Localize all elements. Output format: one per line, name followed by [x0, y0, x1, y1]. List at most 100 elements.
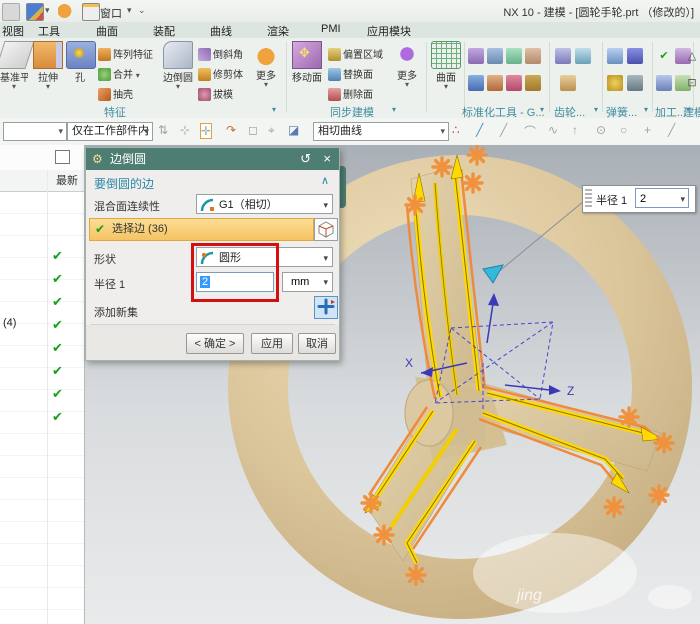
- tool-icon[interactable]: [468, 75, 484, 91]
- spring-tool-icon[interactable]: [607, 75, 623, 91]
- navigator-rows[interactable]: [0, 192, 84, 624]
- tool-icon[interactable]: [506, 48, 522, 64]
- tab-tools[interactable]: 工具: [38, 23, 60, 39]
- ok-button[interactable]: < 确定 >: [186, 333, 244, 354]
- edge-endpoint-marker-icon[interactable]: [653, 432, 675, 454]
- tab-surface[interactable]: 曲面: [96, 23, 118, 39]
- chevron-down-icon[interactable]: ▾: [392, 81, 422, 89]
- app-menu-icon[interactable]: [2, 3, 20, 21]
- radius-direction-arrow[interactable]: [482, 264, 504, 284]
- window-dropdown-icon[interactable]: ▾: [127, 5, 132, 16]
- collapse-icon[interactable]: ∧: [321, 174, 329, 187]
- tab-render[interactable]: 渲染: [267, 23, 289, 39]
- tool-icon[interactable]: [487, 75, 503, 91]
- edge-endpoint-marker-icon[interactable]: [462, 172, 484, 194]
- radius-tag-value-input[interactable]: 2 ▾: [635, 188, 689, 208]
- solid-preview-button[interactable]: [314, 218, 338, 241]
- trim-body-button[interactable]: 修剪体: [198, 66, 243, 85]
- unit-select[interactable]: mm ▾: [282, 272, 333, 292]
- chevron-down-icon[interactable]: ▾: [594, 105, 598, 114]
- spring-tool-icon[interactable]: [627, 48, 643, 64]
- snap-circle-icon[interactable]: ○: [620, 123, 627, 137]
- snap-endpoint-icon[interactable]: ╱: [476, 123, 483, 137]
- uptodate-column-header[interactable]: 最新: [0, 170, 84, 192]
- tool-icon[interactable]: [506, 75, 522, 91]
- reset-icon[interactable]: ↺: [300, 148, 311, 170]
- snap-tangent-icon[interactable]: ╱: [668, 123, 675, 137]
- snap-pole-icon[interactable]: ↑: [572, 123, 578, 137]
- machining-tool-icon[interactable]: [656, 75, 672, 91]
- chevron-down-icon[interactable]: ▾: [32, 83, 64, 91]
- window-menu-label[interactable]: 窗口: [100, 5, 122, 21]
- point-constructor-icon[interactable]: ↷: [226, 123, 236, 137]
- onscreen-radius-input[interactable]: 半径 1 2 ▾: [582, 185, 696, 213]
- maximize-icon[interactable]: [55, 150, 70, 164]
- edge-endpoint-marker-icon[interactable]: [404, 194, 426, 216]
- apply-button[interactable]: 应用: [251, 333, 293, 354]
- drag-handle-icon[interactable]: [585, 189, 592, 209]
- chevron-down-icon[interactable]: ▾: [680, 189, 685, 209]
- snap-point-icon[interactable]: ∴: [452, 123, 460, 137]
- tool-icon[interactable]: [525, 75, 541, 91]
- scope-select[interactable]: 仅在工作部件内 ▾: [67, 122, 153, 141]
- surface-button[interactable]: 曲面 ▾: [430, 41, 462, 91]
- cancel-button[interactable]: 取消: [298, 333, 336, 354]
- snap-midpoint-icon[interactable]: ╱: [500, 123, 507, 137]
- unite-button[interactable]: 合并 ▾: [98, 66, 140, 85]
- edge-endpoint-marker-icon[interactable]: [648, 484, 670, 506]
- save-icon[interactable]: [26, 3, 44, 21]
- datum-plane-button[interactable]: 基准平面 ▾: [0, 41, 35, 91]
- snap-center-icon[interactable]: ⊙: [596, 123, 606, 137]
- spring-tool-icon[interactable]: [627, 75, 643, 91]
- edge-endpoint-marker-icon[interactable]: [466, 145, 488, 166]
- tab-pmi[interactable]: PMI: [321, 23, 341, 35]
- edge-blend-button[interactable]: 边倒圆 ▾: [160, 41, 196, 91]
- edge-endpoint-marker-icon[interactable]: [618, 406, 640, 428]
- edge-endpoint-marker-icon[interactable]: [405, 564, 427, 586]
- shell-button[interactable]: 抽壳: [98, 86, 133, 105]
- gear-tool-icon[interactable]: [555, 48, 571, 64]
- hole-button[interactable]: 孔: [66, 41, 96, 84]
- tool-icon[interactable]: [525, 48, 541, 64]
- save-dropdown-icon[interactable]: ▾: [45, 5, 50, 16]
- gear-tool-icon[interactable]: [560, 75, 576, 91]
- replace-face-button[interactable]: 替换面: [328, 66, 373, 85]
- tab-view[interactable]: 视图: [2, 23, 24, 39]
- chevron-down-icon[interactable]: ▾: [0, 83, 28, 91]
- add-new-set-button[interactable]: [314, 296, 338, 319]
- edge-endpoint-marker-icon[interactable]: [373, 524, 395, 546]
- modeling-window-icon[interactable]: ⊡: [684, 75, 700, 91]
- select-edge-row[interactable]: ✔ 选择边 (36): [89, 218, 314, 241]
- tab-assembly[interactable]: 装配: [153, 23, 175, 39]
- chevron-down-icon[interactable]: ▾: [323, 195, 328, 215]
- chevron-down-icon[interactable]: ▾: [540, 105, 544, 114]
- find-in-navigator-icon[interactable]: ⇅: [158, 123, 168, 137]
- pattern-feature-button[interactable]: 阵列特征: [98, 46, 153, 65]
- snap-spline-icon[interactable]: ∿: [548, 123, 558, 137]
- tab-curve[interactable]: 曲线: [210, 23, 232, 39]
- curve-rule-select[interactable]: 相切曲线 ▾: [313, 122, 449, 141]
- type-filter-select[interactable]: ▾: [3, 122, 67, 141]
- tool-icon[interactable]: [487, 48, 503, 64]
- draft-button[interactable]: 拔模: [198, 86, 233, 105]
- spring-tool-icon[interactable]: [607, 48, 623, 64]
- chevron-down-icon[interactable]: ▾: [160, 83, 196, 91]
- touch-mode-icon[interactable]: [58, 3, 74, 19]
- continuity-select[interactable]: G1（相切） ▾: [196, 194, 333, 214]
- sync-more-button[interactable]: 更多 ▾: [392, 41, 422, 89]
- chevron-down-icon[interactable]: ▾: [323, 273, 328, 291]
- chevron-down-icon[interactable]: ▾: [430, 83, 462, 91]
- edge-endpoint-marker-icon[interactable]: [360, 492, 382, 514]
- tool-icon[interactable]: [468, 48, 484, 64]
- snap-intersection-icon[interactable]: +: [644, 123, 651, 137]
- window-menu-icon[interactable]: [82, 3, 100, 21]
- chevron-down-icon[interactable]: ▾: [250, 81, 282, 89]
- chamfer-button[interactable]: 倒斜角: [198, 46, 243, 65]
- chevron-down-icon[interactable]: ▾: [644, 105, 648, 114]
- sync-group-dialog-icon[interactable]: ▾: [392, 105, 396, 114]
- sphere-select-icon[interactable]: ⌖: [268, 123, 275, 138]
- feature-more-button[interactable]: 更多 ▾: [250, 41, 282, 89]
- select-handle-icon[interactable]: ⊹: [180, 123, 190, 137]
- offset-region-button[interactable]: 偏置区域: [328, 46, 383, 65]
- shaded-select-icon[interactable]: ◪: [288, 123, 299, 137]
